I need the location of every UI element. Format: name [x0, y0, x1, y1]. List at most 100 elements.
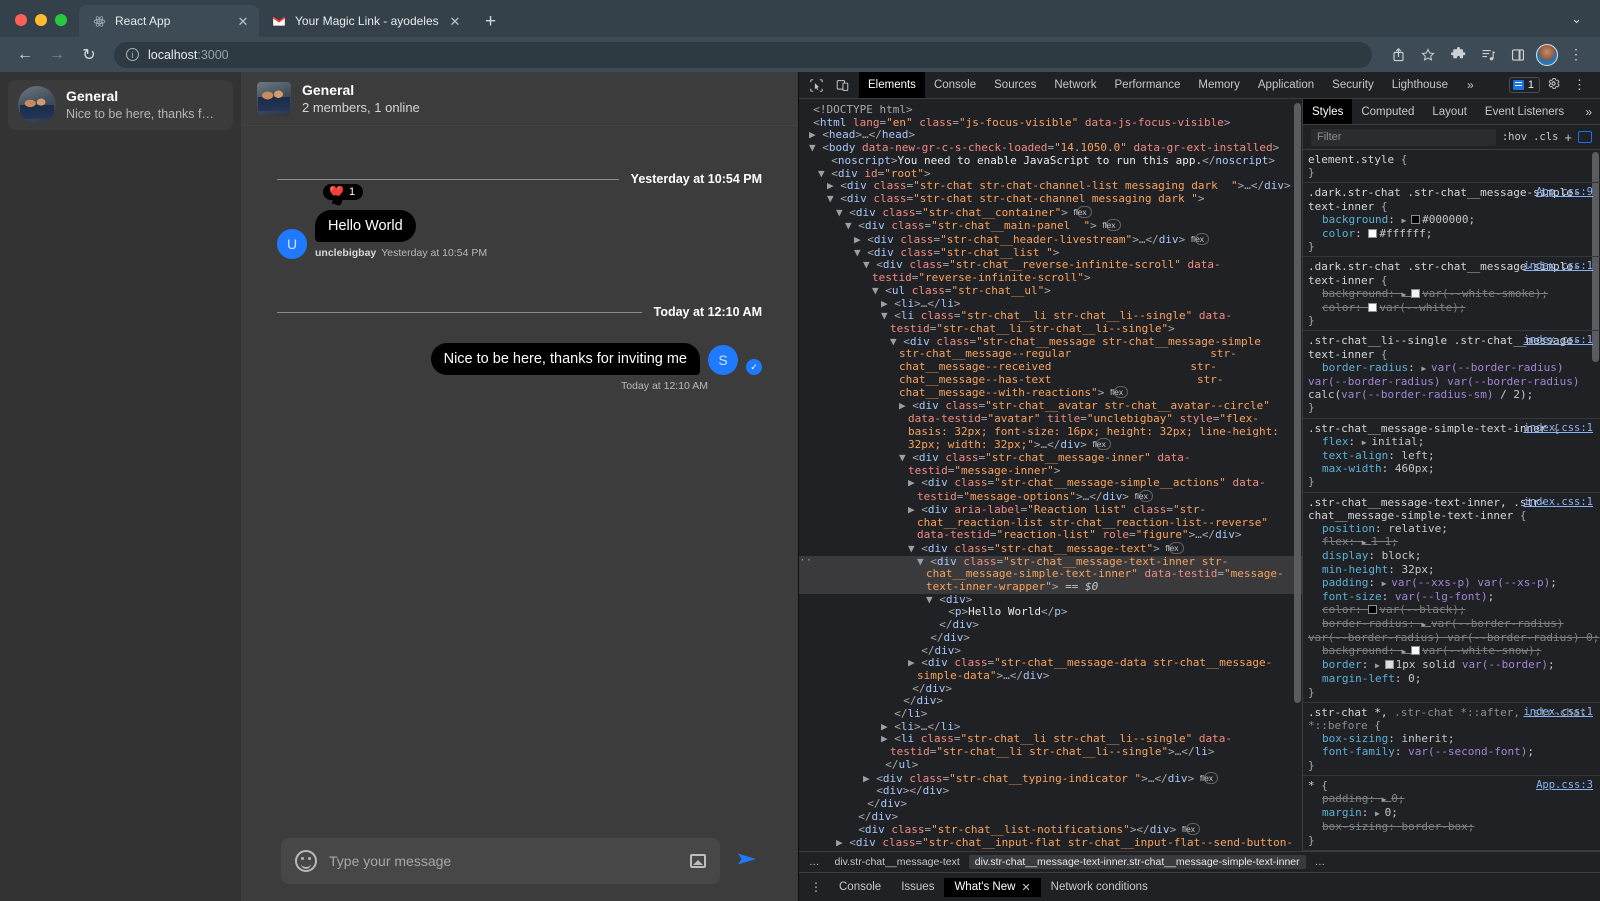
- dom-node[interactable]: ▼ <li class="str-chat__li str-chat__li--…: [799, 309, 1302, 335]
- dom-node[interactable]: ▶ <div class="str-chat__header-livestrea…: [799, 233, 1302, 247]
- issues-badge[interactable]: 1: [1508, 77, 1540, 93]
- gear-icon[interactable]: [1542, 77, 1565, 93]
- style-declaration[interactable]: flex: ▶ 1 1;: [1308, 535, 1600, 549]
- tab-lighthouse[interactable]: Lighthouse: [1383, 72, 1457, 98]
- tab-network[interactable]: Network: [1045, 72, 1105, 98]
- style-declaration[interactable]: font-size: var(--lg-font);: [1308, 590, 1600, 603]
- style-declaration[interactable]: text-align: left;: [1308, 449, 1600, 462]
- image-attachment-icon[interactable]: [690, 853, 706, 868]
- style-source-link[interactable]: index.css:1: [1523, 422, 1593, 435]
- tab-layout[interactable]: Layout: [1423, 99, 1476, 124]
- dom-node[interactable]: ▶ <div aria-label="Reaction list" class=…: [799, 503, 1302, 542]
- style-selector[interactable]: .str-chat__message-simple-text-inner: [1308, 422, 1546, 435]
- dom-node[interactable]: ▶ <div class="str-chat__avatar str-chat_…: [799, 399, 1302, 452]
- more-tabs-icon[interactable]: »: [1457, 78, 1484, 92]
- style-selector[interactable]: .str-chat *,: [1308, 706, 1387, 719]
- tab-computed[interactable]: Computed: [1352, 99, 1423, 124]
- chrome-menu-kebab-icon[interactable]: ⋮: [1564, 43, 1588, 67]
- style-declaration[interactable]: color: #ffffff;: [1308, 227, 1600, 240]
- send-arrow-icon[interactable]: [736, 850, 758, 872]
- dom-node[interactable]: ▼ <div class="str-chat__main-panel "> fl…: [799, 219, 1302, 233]
- style-declaration[interactable]: margin-left: 0;: [1308, 672, 1600, 685]
- browser-tab-react-app[interactable]: React App ✕: [79, 5, 259, 37]
- drawer-tab-issues[interactable]: Issues: [891, 878, 944, 896]
- browser-tab-magic-link[interactable]: Your Magic Link - ayodelesamu ✕: [259, 5, 471, 37]
- style-selector[interactable]: element.style: [1308, 153, 1394, 166]
- style-declaration[interactable]: min-height: 32px;: [1308, 563, 1600, 576]
- style-rule[interactable]: element.style {}: [1303, 150, 1600, 184]
- drawer-tab-network-conditions[interactable]: Network conditions: [1041, 878, 1158, 896]
- style-rule[interactable]: App.css:9 .dark.str-chat .str-chat__messa…: [1303, 183, 1600, 258]
- message-text[interactable]: Nice to be here, thanks for inviting me: [430, 343, 700, 375]
- devtools-menu-kebab-icon[interactable]: ⋮: [1567, 77, 1592, 93]
- style-rule[interactable]: index.css:1 .str-chat *, .str-chat *::aft…: [1303, 703, 1600, 776]
- breadcrumb-item[interactable]: div.str-chat__message-text: [829, 855, 966, 869]
- style-declaration[interactable]: max-width: 460px;: [1308, 462, 1600, 475]
- back-button[interactable]: ←: [12, 42, 38, 68]
- message-text[interactable]: Hello World: [315, 210, 416, 242]
- message-input[interactable]: Type your message: [329, 853, 678, 869]
- style-declaration[interactable]: background: ▶ var(--white-smoke);: [1308, 287, 1600, 301]
- style-rule[interactable]: index.css:1 .str-chat__message-text-inner…: [1303, 493, 1600, 703]
- reading-list-icon[interactable]: [1476, 43, 1500, 67]
- dom-node[interactable]: ▶ <div class="str-chat__message-data str…: [799, 656, 1302, 682]
- device-toolbar-icon[interactable]: [829, 73, 855, 97]
- style-declaration[interactable]: box-sizing: border-box;: [1308, 820, 1600, 833]
- more-styles-tabs-icon[interactable]: »: [1577, 105, 1600, 119]
- tab-security[interactable]: Security: [1323, 72, 1383, 98]
- style-source-link[interactable]: App.css:3: [1536, 779, 1593, 792]
- tab-application[interactable]: Application: [1249, 72, 1323, 98]
- close-icon[interactable]: ✕: [447, 15, 463, 28]
- chevron-down-icon[interactable]: ⌄: [1571, 11, 1600, 37]
- dom-node[interactable]: <div class="str-chat__list-notifications…: [799, 823, 1302, 837]
- dom-node[interactable]: ▶ <li class="str-chat__li str-chat__li--…: [799, 733, 1302, 758]
- tab-styles[interactable]: Styles: [1303, 99, 1353, 124]
- style-declaration[interactable]: border-radius: ▶ var(--border-radius) va…: [1308, 361, 1600, 402]
- composer-input-wrapper[interactable]: Type your message: [281, 837, 720, 884]
- breadcrumb-item[interactable]: div.str-chat__message-text-inner.str-cha…: [968, 855, 1306, 869]
- dom-tree-scrollbar[interactable]: [1294, 103, 1301, 703]
- dom-node[interactable]: </div>: [799, 618, 1302, 632]
- dom-node[interactable]: </ul>: [799, 758, 1302, 772]
- style-declaration[interactable]: border: ▶ 1px solid var(--border);: [1308, 658, 1600, 672]
- style-declaration[interactable]: color: var(--black);: [1308, 603, 1600, 616]
- style-source-link[interactable]: App.css:9: [1536, 186, 1593, 199]
- dom-tree-pane[interactable]: <!DOCTYPE html> <html lang="en" class="j…: [799, 99, 1303, 851]
- style-source-link[interactable]: index.css:1: [1523, 706, 1593, 719]
- new-style-rule-button[interactable]: +: [1564, 130, 1572, 145]
- style-declaration[interactable]: padding: ▶ var(--xxs-p) var(--xs-p);: [1308, 576, 1600, 590]
- style-declaration[interactable]: flex: ▶ initial;: [1308, 435, 1600, 449]
- dom-node[interactable]: ▼ <div class="str-chat__message str-chat…: [799, 335, 1302, 401]
- reaction-list[interactable]: ❤️ 1: [323, 184, 364, 200]
- drawer-menu-kebab-icon[interactable]: ⋮: [803, 880, 829, 894]
- dom-node[interactable]: ▼ <div class="str-chat__message-text"> f…: [799, 541, 1302, 556]
- hov-toggle-button[interactable]: :hov: [1502, 131, 1527, 143]
- dom-node[interactable]: </div>: [799, 810, 1302, 824]
- close-icon[interactable]: ✕: [235, 15, 251, 28]
- side-panel-icon[interactable]: [1506, 43, 1530, 67]
- minimize-window-button[interactable]: [35, 14, 47, 26]
- style-declaration[interactable]: padding: ▶ 0;: [1308, 792, 1600, 806]
- style-source-link[interactable]: index.css:1: [1523, 260, 1593, 273]
- dom-node-selected[interactable]: ▼ <div class="str-chat__message-text-inn…: [799, 555, 1302, 594]
- style-rule[interactable]: index.css:1 .str-chat__message-simple-tex…: [1303, 419, 1600, 493]
- style-declaration[interactable]: background: ▶ #000000;: [1308, 213, 1600, 227]
- dom-node[interactable]: ▼ <ul class="str-chat__ul">: [799, 284, 1302, 298]
- bookmark-star-icon[interactable]: [1416, 43, 1440, 67]
- dom-node[interactable]: </li>: [799, 707, 1302, 721]
- site-info-icon[interactable]: i: [126, 48, 139, 61]
- maximize-window-button[interactable]: [55, 14, 67, 26]
- dom-node[interactable]: ▶ <div class="str-chat__input-flat str-c…: [799, 836, 1302, 851]
- styles-filter-input[interactable]: Filter: [1311, 128, 1496, 146]
- style-selector[interactable]: *: [1308, 779, 1315, 792]
- inspect-element-icon[interactable]: [803, 73, 829, 97]
- style-rule[interactable]: index.css:1 .dark.str-chat .str-chat__mes…: [1303, 257, 1600, 332]
- share-icon[interactable]: [1386, 43, 1410, 67]
- tab-console[interactable]: Console: [925, 72, 985, 98]
- dom-node[interactable]: </div>: [799, 694, 1302, 708]
- smiley-icon[interactable]: [295, 849, 317, 872]
- dom-node[interactable]: ▼ <div class="str-chat__container"> flex: [799, 205, 1302, 220]
- style-source-link[interactable]: index.css:1: [1523, 496, 1593, 509]
- dom-node[interactable]: </div>: [799, 682, 1302, 696]
- style-declaration[interactable]: color: var(--white);: [1308, 301, 1600, 314]
